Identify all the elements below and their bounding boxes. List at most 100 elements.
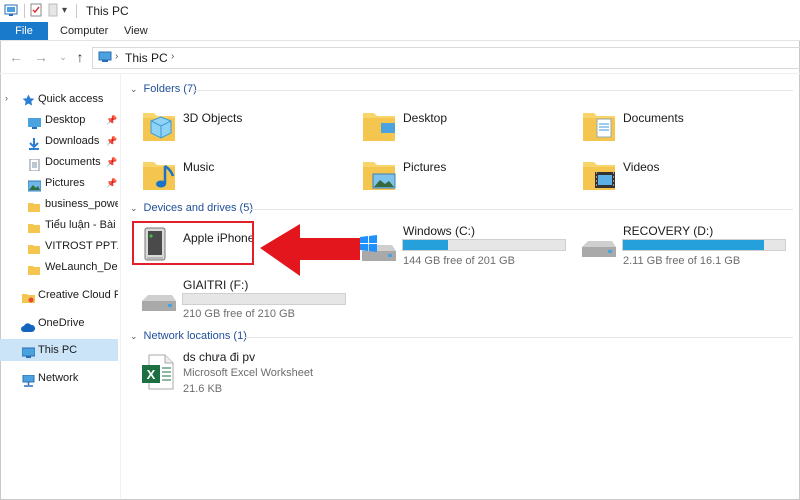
drive-tile-giaitri-f[interactable]: GIAITRI (F:) 210 GB free of 210 GB xyxy=(138,277,348,320)
drive-name: GIAITRI (F:) xyxy=(183,278,249,292)
folder-tile-documents[interactable]: Documents xyxy=(581,105,781,145)
folder-tile-3d-objects[interactable]: 3D Objects xyxy=(141,105,341,145)
group-header-label: Network locations (1) xyxy=(143,330,247,342)
pin-icon: 📌 xyxy=(106,136,118,146)
group-header-network-locations[interactable]: ⌄ Network locations (1) xyxy=(130,330,247,342)
sidebar-item-label: This PC xyxy=(38,344,78,356)
customize-toolbar-icon[interactable]: ▾ xyxy=(62,5,67,16)
tab-view[interactable]: View xyxy=(124,22,148,40)
this-pc-icon xyxy=(21,344,36,358)
sidebar-item-label: Quick access xyxy=(38,93,104,105)
tab-file[interactable]: File xyxy=(0,22,48,40)
breadcrumb-chevron-icon[interactable]: › xyxy=(171,51,174,62)
sidebar-item-label: Pictures xyxy=(45,177,85,189)
sidebar-item-welaunch[interactable]: WeLaunch_Desig xyxy=(0,256,118,278)
sidebar-item-quick-access[interactable]: › Quick access xyxy=(0,88,118,110)
window-title: This PC xyxy=(86,4,129,18)
3d-objects-folder-icon xyxy=(143,113,175,141)
drive-usage-bar xyxy=(182,293,346,305)
folder-icon xyxy=(28,198,40,212)
videos-folder-icon xyxy=(583,162,615,190)
group-header-devices[interactable]: ⌄ Devices and drives (5) xyxy=(130,202,253,214)
folder-name: Music xyxy=(183,160,215,174)
sidebar-item-network[interactable]: Network xyxy=(0,367,118,389)
folder-name: Documents xyxy=(623,111,684,125)
sidebar-item-business-power[interactable]: business_power xyxy=(0,193,118,215)
sidebar-item-label: Creative Cloud File xyxy=(38,289,118,301)
properties-icon[interactable] xyxy=(29,3,43,17)
document-icon xyxy=(28,156,40,172)
chevron-right-icon: › xyxy=(5,93,8,103)
drive-free-space: 144 GB free of 201 GB xyxy=(403,255,515,267)
folder-name: Desktop xyxy=(403,111,448,125)
desktop-icon xyxy=(28,114,41,129)
red-arrow-icon xyxy=(260,224,360,276)
chevron-down-icon: ⌄ xyxy=(130,330,138,341)
sidebar-item-label: WeLaunch_Desig xyxy=(45,261,118,273)
highlight-box xyxy=(132,221,254,265)
breadcrumb-this-pc[interactable]: This PC xyxy=(125,51,168,65)
sidebar-item-vitrost-pptx[interactable]: VITROST PPTX xyxy=(0,235,118,257)
sidebar-item-label: Downloads xyxy=(45,135,100,147)
drive-free-space: 210 GB free of 210 GB xyxy=(183,308,295,320)
sidebar-item-label: Documents xyxy=(45,156,101,168)
title-bar: ▾ This PC xyxy=(0,0,800,22)
sidebar-item-tieu-luan[interactable]: Tiểu luận - Bài thi xyxy=(0,214,118,236)
folder-tile-pictures[interactable]: Pictures xyxy=(361,154,561,194)
group-header-folders[interactable]: ⌄ Folders (7) xyxy=(130,83,197,95)
forward-arrow-icon[interactable]: → xyxy=(33,49,49,65)
file-type: Microsoft Excel Worksheet xyxy=(183,367,314,379)
network-item-excel[interactable]: X ds chưa đi pv Microsoft Excel Workshee… xyxy=(141,349,361,397)
drive-tile-recovery-d[interactable]: RECOVERY (D:) 2.11 GB free of 16.1 GB xyxy=(578,224,788,267)
file-name: ds chưa đi pv xyxy=(183,350,256,364)
network-icon xyxy=(22,372,35,387)
svg-text:X: X xyxy=(147,367,156,382)
this-pc-icon xyxy=(98,51,112,66)
drive-icon xyxy=(142,295,176,311)
sidebar-item-label: Network xyxy=(38,372,79,384)
drive-name: RECOVERY (D:) xyxy=(623,224,714,238)
drive-usage-fill xyxy=(403,240,448,250)
group-header-label: Devices and drives (5) xyxy=(143,202,253,214)
folder-icon xyxy=(28,240,40,254)
sidebar-item-desktop[interactable]: Desktop 📌 xyxy=(0,109,118,131)
drive-name: Windows (C:) xyxy=(403,224,476,238)
sidebar-item-label: Tiểu luận - Bài thi xyxy=(45,219,118,231)
drive-usage-fill xyxy=(623,240,764,250)
sidebar-item-label: VITROST PPTX xyxy=(45,240,118,252)
new-folder-icon[interactable] xyxy=(48,3,58,17)
explorer-icon[interactable] xyxy=(4,3,20,17)
recent-locations-chevron-icon[interactable]: ⌄ xyxy=(55,49,71,65)
sidebar-item-this-pc[interactable]: This PC xyxy=(0,339,118,361)
sidebar-item-downloads[interactable]: Downloads 📌 xyxy=(0,130,118,152)
folder-tile-desktop[interactable]: Desktop xyxy=(361,105,561,145)
pin-icon: 📌 xyxy=(106,178,118,188)
tab-computer[interactable]: Computer xyxy=(60,22,108,40)
drive-usage-bar xyxy=(402,239,566,251)
folder-name: 3D Objects xyxy=(183,111,243,125)
sidebar-item-label: business_power xyxy=(45,198,118,210)
sidebar-item-documents[interactable]: Documents 📌 xyxy=(0,151,118,173)
download-arrow-icon xyxy=(28,135,40,150)
sidebar-item-creative-cloud[interactable]: Creative Cloud File xyxy=(0,284,118,306)
navigation-bar: ← → ⌄ ↑ › This PC › xyxy=(0,41,800,74)
sidebar-item-label: Desktop xyxy=(45,114,86,126)
address-bar[interactable]: › This PC › xyxy=(92,47,800,69)
drive-tile-windows-c[interactable]: Windows (C:) 144 GB free of 201 GB xyxy=(358,224,568,267)
chevron-down-icon: ⌄ xyxy=(130,83,138,94)
group-divider xyxy=(193,90,793,91)
folder-tile-videos[interactable]: Videos xyxy=(581,154,781,194)
folder-tile-music[interactable]: Music xyxy=(141,154,341,194)
breadcrumb-separator-icon[interactable]: › xyxy=(115,51,118,62)
back-arrow-icon[interactable]: ← xyxy=(8,49,24,65)
folder-name: Pictures xyxy=(403,160,447,174)
sidebar-item-pictures[interactable]: Pictures 📌 xyxy=(0,172,118,194)
pin-icon: 📌 xyxy=(106,157,118,167)
folder-icon xyxy=(28,261,40,275)
ribbon-tabs: File Computer View xyxy=(0,22,800,41)
pictures-folder-icon xyxy=(363,162,396,190)
title-separator xyxy=(76,4,77,18)
up-arrow-icon[interactable]: ↑ xyxy=(72,49,88,65)
sidebar-item-onedrive[interactable]: OneDrive xyxy=(0,312,118,334)
file-size: 21.6 KB xyxy=(183,383,223,395)
